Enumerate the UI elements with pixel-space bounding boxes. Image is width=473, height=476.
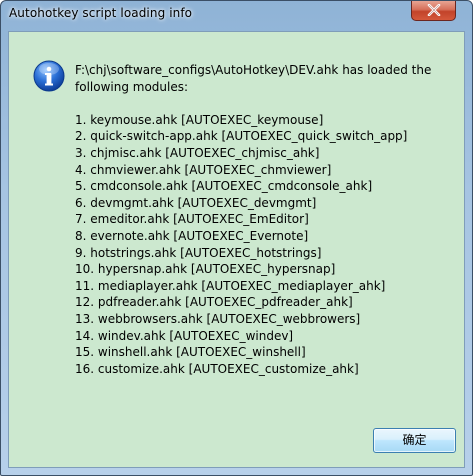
module-item: 5. cmdconsole.ahk [AUTOEXEC_cmdconsole_a… xyxy=(75,179,373,194)
module-item: 12. pdfreader.ahk [AUTOEXEC_pdfreader_ah… xyxy=(75,295,353,310)
dialog-body: F:\chj\software_configs\AutoHotkey\DEV.a… xyxy=(8,31,465,468)
module-item: 9. hotstrings.ahk [AUTOEXEC_hotstrings] xyxy=(75,245,322,260)
close-button[interactable] xyxy=(411,1,456,21)
title-bar[interactable]: Autohotkey script loading info xyxy=(1,1,472,31)
window-title: Autohotkey script loading info xyxy=(9,6,193,20)
module-item: 4. chmviewer.ahk [AUTOEXEC_chmviewer] xyxy=(75,162,332,177)
module-item: 8. evernote.ahk [AUTOEXEC_Evernote] xyxy=(75,228,309,243)
close-icon xyxy=(427,4,441,16)
module-item: 13. webbrowsers.ahk [AUTOEXEC_webbrowers… xyxy=(75,311,361,326)
module-item: 15. winshell.ahk [AUTOEXEC_winshell] xyxy=(75,345,306,360)
module-item: 14. windev.ahk [AUTOEXEC_windev] xyxy=(75,328,294,343)
message-text: F:\chj\software_configs\AutoHotkey\DEV.a… xyxy=(75,62,455,377)
module-item: 2. quick-switch-app.ahk [AUTOEXEC_quick_… xyxy=(75,129,408,144)
dialog-window: Autohotkey script loading info F:\chj\so… xyxy=(0,0,473,476)
module-item: 16. customize.ahk [AUTOEXEC_customize_ah… xyxy=(75,361,359,376)
module-item: 10. hypersnap.ahk [AUTOEXEC_hypersnap] xyxy=(75,262,336,277)
module-list: 1. keymouse.ahk [AUTOEXEC_keymouse] 2. q… xyxy=(75,112,455,378)
info-icon xyxy=(33,60,65,92)
module-item: 1. keymouse.ahk [AUTOEXEC_keymouse] xyxy=(75,112,324,127)
message-line-1: F:\chj\software_configs\AutoHotkey\DEV.a… xyxy=(75,63,432,77)
module-item: 11. mediaplayer.ahk [AUTOEXEC_mediaplaye… xyxy=(75,278,386,293)
module-item: 6. devmgmt.ahk [AUTOEXEC_devmgmt] xyxy=(75,195,317,210)
module-item: 3. chjmisc.ahk [AUTOEXEC_chjmisc_ahk] xyxy=(75,145,320,160)
module-item: 7. emeditor.ahk [AUTOEXEC_EmEditor] xyxy=(75,212,309,227)
ok-button[interactable]: 确定 xyxy=(373,428,456,453)
message-line-2: following modules: xyxy=(75,79,189,94)
footer-area xyxy=(9,425,464,426)
